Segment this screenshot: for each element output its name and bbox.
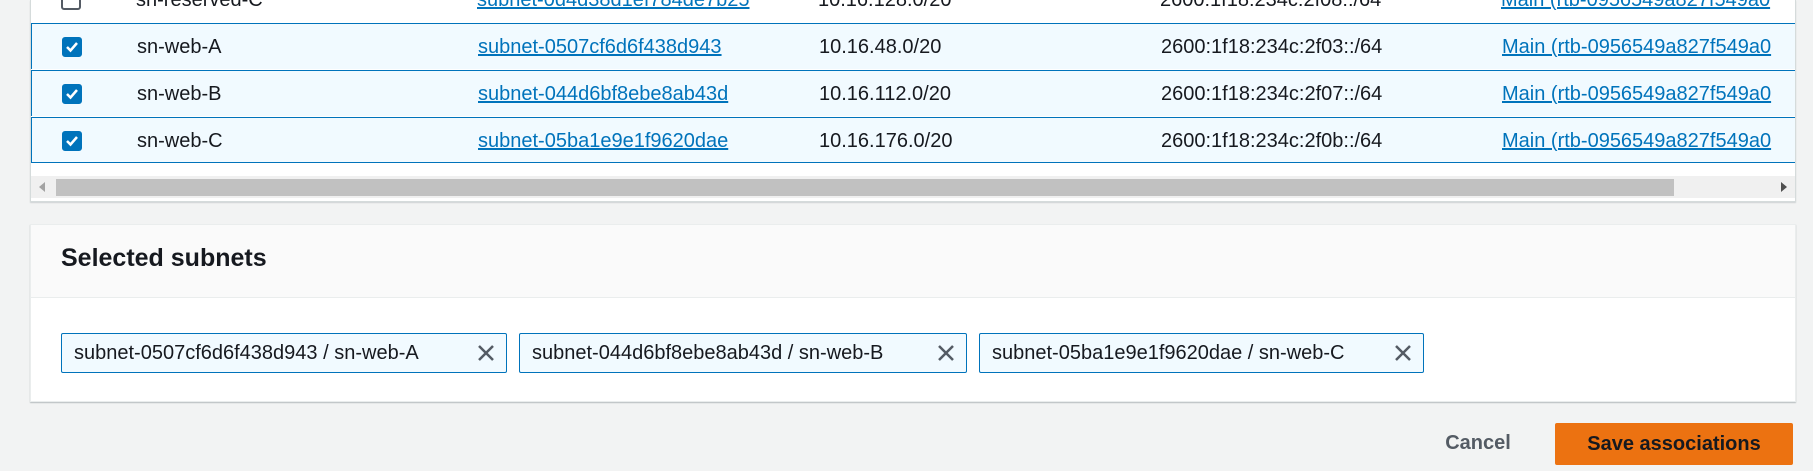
table-row[interactable]: sn-reserved-C subnet-0d4d38d1ef784de7b25… [31, 0, 1795, 23]
subnet-name: sn-reserved-C [136, 0, 263, 11]
selected-subnet-token: subnet-0507cf6d6f438d943 / sn-web-A [61, 333, 507, 373]
row-checkbox[interactable] [62, 37, 82, 57]
ipv6-cidr: 2600:1f18:234c:2f0b::/64 [1161, 130, 1383, 152]
subnet-name: sn-web-B [137, 83, 222, 105]
token-label: subnet-05ba1e9e1f9620dae / sn-web-C [992, 342, 1345, 364]
cancel-button[interactable]: Cancel [1433, 423, 1523, 463]
ipv4-cidr: 10.16.176.0/20 [819, 130, 953, 152]
scroll-right-icon[interactable] [1779, 181, 1789, 193]
subnet-id-link[interactable]: subnet-0d4d38d1ef784de7b25 [477, 0, 749, 23]
remove-token-icon[interactable] [936, 343, 956, 363]
selected-subnet-token: subnet-044d6bf8ebe8ab43d / sn-web-B [519, 333, 967, 373]
checkmark-icon [66, 42, 78, 53]
remove-token-icon[interactable] [476, 343, 496, 363]
checkmark-icon [66, 89, 78, 100]
route-table-link[interactable]: Main (rtb-0956549a827f549a0 [1502, 24, 1771, 70]
ipv6-cidr: 2600:1f18:234c:2f08::/64 [1160, 0, 1382, 11]
selected-subnets-title: Selected subnets [61, 244, 267, 272]
route-table-link[interactable]: Main (rtb-0956549a827f549a0 [1502, 71, 1771, 117]
checkmark-icon [66, 136, 78, 147]
subnet-id-link[interactable]: subnet-044d6bf8ebe8ab43d [478, 71, 728, 117]
horizontal-scrollbar[interactable] [31, 176, 1795, 198]
selected-subnet-token: subnet-05ba1e9e1f9620dae / sn-web-C [979, 333, 1424, 373]
row-checkbox[interactable] [62, 131, 82, 151]
token-label: subnet-0507cf6d6f438d943 / sn-web-A [74, 342, 419, 364]
subnet-name: sn-web-C [137, 130, 223, 152]
subnet-name: sn-web-A [137, 36, 222, 58]
subnet-id-link[interactable]: subnet-0507cf6d6f438d943 [478, 24, 722, 70]
save-associations-button[interactable]: Save associations [1555, 423, 1793, 465]
scrollbar-thumb[interactable] [56, 179, 1674, 196]
ipv4-cidr: 10.16.48.0/20 [819, 36, 942, 58]
ipv4-cidr: 10.16.128.0/20 [818, 0, 952, 11]
token-label: subnet-044d6bf8ebe8ab43d / sn-web-B [532, 342, 884, 364]
route-table-link[interactable]: Main (rtb-0956549a827f549a0 [1502, 118, 1771, 164]
subnet-id-link[interactable]: subnet-05ba1e9e1f9620dae [478, 118, 728, 164]
remove-token-icon[interactable] [1393, 343, 1413, 363]
table-row[interactable]: sn-web-B subnet-044d6bf8ebe8ab43d 10.16.… [31, 70, 1795, 116]
route-table-link[interactable]: Main (rtb-0956549a827f549a0 [1501, 0, 1770, 23]
table-row[interactable]: sn-web-A subnet-0507cf6d6f438d943 10.16.… [31, 23, 1795, 69]
ipv6-cidr: 2600:1f18:234c:2f03::/64 [1161, 36, 1383, 58]
table-row[interactable]: sn-web-C subnet-05ba1e9e1f9620dae 10.16.… [31, 117, 1795, 163]
ipv4-cidr: 10.16.112.0/20 [819, 83, 951, 105]
row-checkbox[interactable] [61, 0, 81, 10]
ipv6-cidr: 2600:1f18:234c:2f07::/64 [1161, 83, 1383, 105]
selected-subnets-header: Selected subnets [31, 225, 1795, 298]
selected-subnets-panel: Selected subnets subnet-0507cf6d6f438d94… [30, 224, 1796, 402]
scroll-left-icon[interactable] [37, 181, 47, 193]
subnets-table: sn-reserved-C subnet-0d4d38d1ef784de7b25… [30, 0, 1796, 202]
row-checkbox[interactable] [62, 84, 82, 104]
